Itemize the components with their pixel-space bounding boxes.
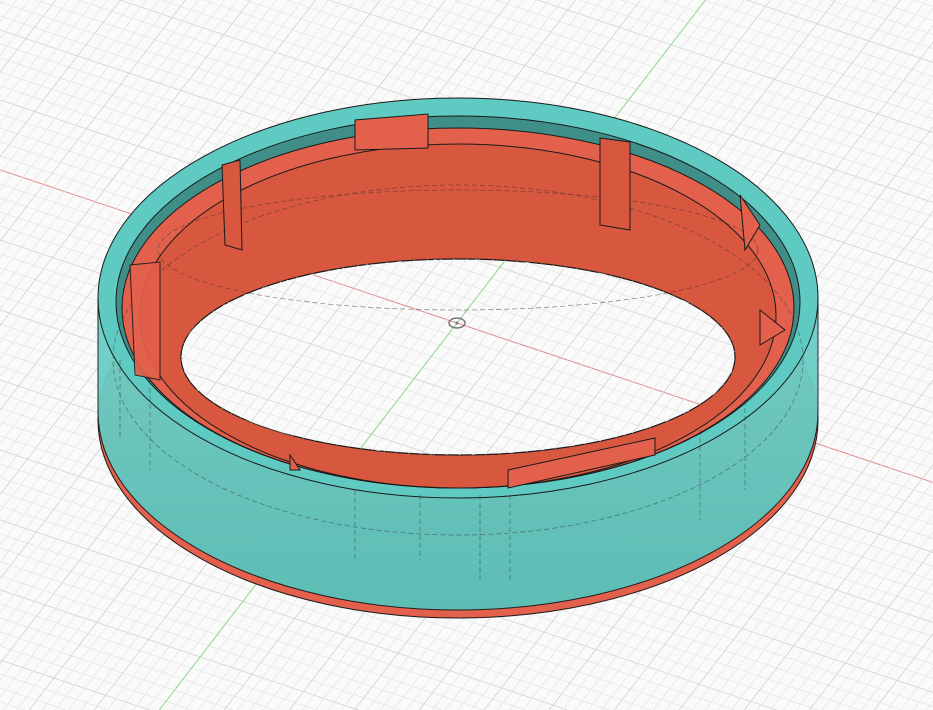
grid-line [788,0,933,49]
grid-line [912,684,933,710]
grid-line [0,701,25,710]
grid-line [0,0,147,191]
grid-line [925,701,933,710]
grid-line [886,650,933,710]
grid-line [0,0,173,225]
viewport-canvas[interactable] [0,0,933,710]
grid-line [860,616,933,710]
grid-line [0,0,17,22]
grid-line [0,687,67,710]
grid-line [746,0,933,63]
grid-line [830,0,933,35]
grid-line [899,667,933,710]
3d-viewport[interactable] [0,0,933,710]
grid-line [847,599,933,710]
grid-line [756,481,933,710]
grid-line [873,633,933,710]
grid-line [537,0,933,133]
grid-line [0,0,95,124]
grid-line [0,0,30,39]
grid-line [913,0,933,7]
grid-line [0,0,134,174]
grid-line [662,0,933,91]
grid-line [834,582,933,710]
grid-line [579,0,933,119]
